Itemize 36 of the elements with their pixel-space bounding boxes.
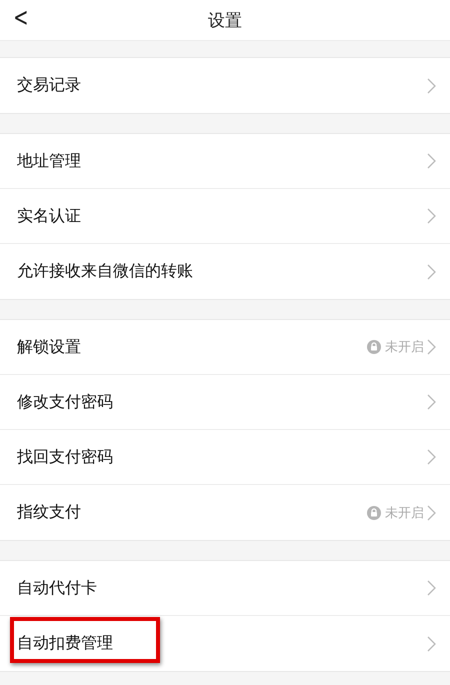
status-text: 未开启 [385, 504, 424, 522]
chevron-right-icon [427, 504, 436, 520]
chevron-right-icon [427, 339, 436, 355]
chevron-right-icon [427, 78, 436, 94]
settings-row[interactable]: 允许接收来自微信的转账 [0, 244, 450, 299]
settings-row[interactable]: 解锁设置 未开启 [0, 320, 450, 375]
row-label: 允许接收来自微信的转账 [17, 261, 194, 282]
row-label: 找回支付密码 [17, 446, 114, 468]
chevron-right-icon [427, 580, 436, 596]
chevron-right-icon [427, 636, 436, 652]
row-label: 交易记录 [17, 75, 82, 96]
row-label: 自动代付卡 [17, 578, 98, 598]
chevron-right-icon [427, 264, 436, 280]
row-label: 解锁设置 [17, 336, 82, 358]
row-label: 实名认证 [17, 206, 82, 226]
settings-row[interactable]: 实名认证 [0, 189, 450, 244]
row-label: 地址管理 [17, 150, 82, 172]
row-label: 自动扣费管理 [17, 633, 114, 654]
chevron-right-icon [427, 449, 436, 465]
settings-row[interactable]: 指纹支付 未开启 [0, 485, 450, 540]
chevron-right-icon [427, 394, 436, 410]
settings-row[interactable]: 自动扣费管理 [0, 616, 450, 671]
row-label: 修改支付密码 [17, 392, 114, 412]
page-title: 设置 [208, 10, 242, 32]
settings-row[interactable]: 自动代付卡 [0, 561, 450, 616]
lock-icon [367, 340, 381, 354]
lock-icon [367, 506, 381, 520]
chevron-right-icon [427, 153, 436, 169]
status-text: 未开启 [385, 339, 424, 356]
chevron-right-icon [427, 208, 436, 224]
settings-row[interactable]: 地址管理 [0, 134, 450, 189]
row-label: 指纹支付 [17, 502, 82, 523]
settings-row[interactable]: 交易记录 [0, 58, 450, 113]
settings-row[interactable]: 修改支付密码 [0, 375, 450, 430]
settings-row[interactable]: 找回支付密码 [0, 430, 450, 485]
back-button[interactable]: < [10, 2, 32, 34]
